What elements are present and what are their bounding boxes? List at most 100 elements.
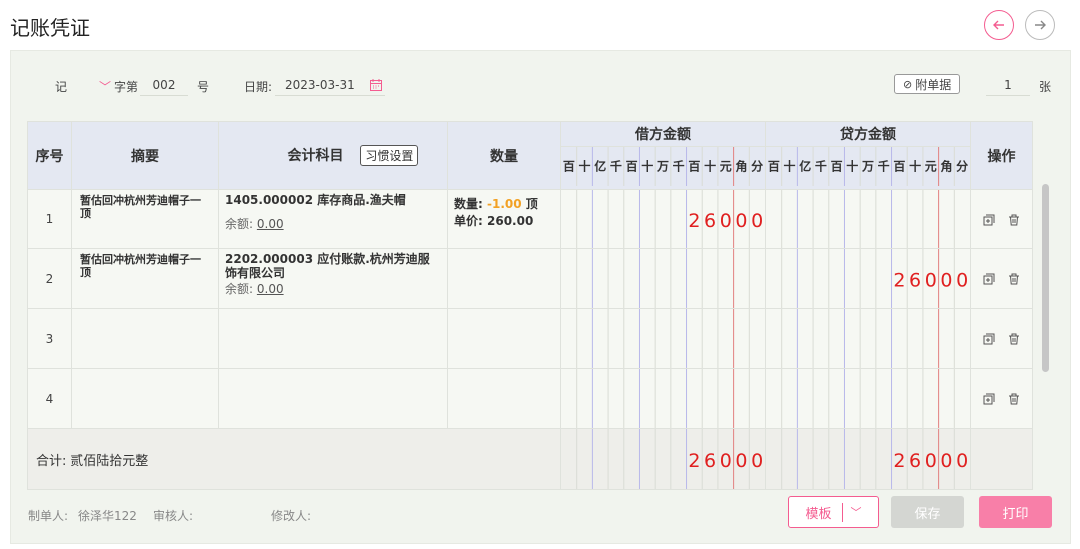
digit-label: 分 (751, 159, 763, 174)
digit-label: 分 (956, 159, 968, 174)
account-name: 1405.000002 库存商品.渔夫帽 (225, 193, 406, 207)
amount-digit: 6 (704, 210, 716, 232)
debit-amount-cell[interactable]: 26000 (560, 189, 766, 249)
debit-amount-cell[interactable] (560, 248, 766, 309)
table-row[interactable]: 2 暂估回冲杭州芳迪帽子一顶 2202.000003 应付账款.杭州芳迪服饰有限… (27, 248, 1033, 309)
digit-label: 百 (563, 160, 575, 174)
balance-label: 余额: (225, 217, 254, 231)
credit-digit-header: 百十亿千百十万千百十元角分 (765, 146, 971, 190)
digit-label: 元 (925, 160, 937, 174)
word-suffix-label: 字第 (114, 80, 139, 94)
table-row[interactable]: 4 (27, 368, 1033, 429)
account-header-label: 会计科目 (287, 148, 344, 164)
chevron-down-icon[interactable]: ﹀ (843, 504, 862, 520)
next-voucher-button[interactable] (1025, 10, 1055, 40)
row-ops (970, 368, 1033, 429)
total-label: 合计: (36, 453, 67, 469)
habit-settings-button[interactable]: 习惯设置 (360, 145, 419, 166)
col-debit-header: 借方金额 (560, 121, 766, 147)
digit-label: 百 (831, 160, 843, 174)
credit-amount-cell[interactable]: 26000 (765, 248, 971, 309)
paperclip-icon: ⊘ (903, 77, 913, 91)
maker-name: 徐泽华122 (78, 509, 137, 523)
amount-digit: 2 (688, 450, 700, 472)
voucher-header: 记 ﹀ 字第 002 号 日期: 2023-03-31 ⊘ 附单据 1 张 (11, 74, 1070, 98)
row-ops (970, 189, 1033, 249)
digit-label: 十 (909, 159, 921, 174)
debit-amount-cell[interactable] (560, 308, 766, 369)
balance-label: 余额: (225, 282, 254, 296)
amount-digit: 0 (751, 210, 763, 232)
summary-cell[interactable] (71, 368, 219, 429)
account-cell[interactable] (218, 308, 448, 369)
amount-digit: 0 (735, 450, 747, 472)
digit-label: 元 (720, 160, 732, 174)
delete-row-icon[interactable] (1008, 333, 1020, 345)
qty-cell[interactable] (447, 248, 561, 309)
credit-amount-cell[interactable] (765, 368, 971, 429)
amount-digit: 0 (925, 270, 937, 292)
account-cell[interactable] (218, 368, 448, 429)
row-seq: 2 (27, 248, 72, 309)
credit-amount-cell[interactable] (765, 308, 971, 369)
number-suffix-label: 号 (197, 80, 210, 94)
amount-digit: 0 (956, 270, 968, 292)
summary-cell[interactable]: 暂估回冲杭州芳迪帽子一顶 (71, 189, 219, 249)
qty-unit: 顶 (525, 197, 538, 211)
account-cell[interactable]: 2202.000003 应付账款.杭州芳迪服饰有限公司 余额: 0.00 (218, 248, 448, 309)
account-cell[interactable]: 1405.000002 库存商品.渔夫帽 余额: 0.00 (218, 189, 448, 249)
amount-digit: 2 (893, 450, 905, 472)
debit-amount-cell[interactable] (560, 368, 766, 429)
price-value: 260.00 (487, 214, 534, 228)
amount-digit: 0 (720, 450, 732, 472)
row-ops (970, 308, 1033, 369)
chevron-down-icon[interactable]: ﹀ (99, 78, 111, 95)
page-title: 记账凭证 (10, 16, 90, 40)
col-ops-header: 操作 (970, 121, 1033, 190)
attach-documents-button[interactable]: ⊘ 附单据 (894, 74, 961, 94)
amount-digit: 0 (940, 450, 952, 472)
copy-row-icon[interactable] (983, 273, 995, 285)
debit-digit-header: 百十亿千百十万千百十元角分 (560, 146, 766, 190)
delete-row-icon[interactable] (1008, 214, 1020, 226)
reviewer-label: 审核人: (153, 509, 194, 523)
digit-label: 百 (688, 160, 700, 174)
template-button[interactable]: 模板 ﹀ (788, 496, 879, 528)
digit-label: 百 (768, 160, 780, 174)
total-row: 合计: 贰佰陆拾元整 26000 26000 (27, 428, 1033, 490)
price-label: 单价: (454, 214, 483, 228)
col-credit-header: 贷方金额 (765, 121, 971, 147)
voucher-word-select[interactable]: 记 (55, 78, 67, 95)
save-button[interactable]: 保存 (891, 496, 964, 528)
attach-count-input[interactable]: 1 (986, 76, 1030, 96)
qty-cell[interactable] (447, 368, 561, 429)
row-ops (970, 248, 1033, 309)
col-seq-header: 序号 (27, 121, 72, 190)
digit-label: 十 (784, 159, 796, 174)
calendar-icon[interactable] (369, 78, 383, 95)
qty-label: 数量: (454, 197, 483, 211)
voucher-number-input[interactable]: 002 (140, 76, 188, 96)
copy-row-icon[interactable] (983, 393, 995, 405)
table-scrollbar[interactable] (1042, 184, 1049, 372)
credit-amount-cell[interactable] (765, 189, 971, 249)
row-seq: 1 (27, 189, 72, 249)
table-row[interactable]: 3 (27, 308, 1033, 369)
copy-row-icon[interactable] (983, 333, 995, 345)
digit-label: 万 (861, 160, 874, 174)
qty-cell[interactable]: 数量: -1.00 顶 单价: 260.00 (447, 189, 561, 249)
prev-voucher-button[interactable] (984, 10, 1014, 40)
summary-cell[interactable]: 暂估回冲杭州芳迪帽子一顶 (71, 248, 219, 309)
delete-row-icon[interactable] (1008, 273, 1020, 285)
balance-value: 0.00 (256, 282, 284, 296)
copy-row-icon[interactable] (983, 214, 995, 226)
voucher-footer: 制单人: 徐泽华122 审核人: 修改人: 模板 ﹀ 保存 打印 (11, 496, 1070, 530)
digit-label: 万 (656, 160, 669, 174)
print-button[interactable]: 打印 (979, 496, 1052, 528)
summary-cell[interactable] (71, 308, 219, 369)
amount-digit: 0 (925, 450, 937, 472)
delete-row-icon[interactable] (1008, 393, 1020, 405)
row-seq: 4 (27, 368, 72, 429)
qty-cell[interactable] (447, 308, 561, 369)
table-row[interactable]: 1 暂估回冲杭州芳迪帽子一顶 1405.000002 库存商品.渔夫帽 余额: … (27, 189, 1033, 249)
